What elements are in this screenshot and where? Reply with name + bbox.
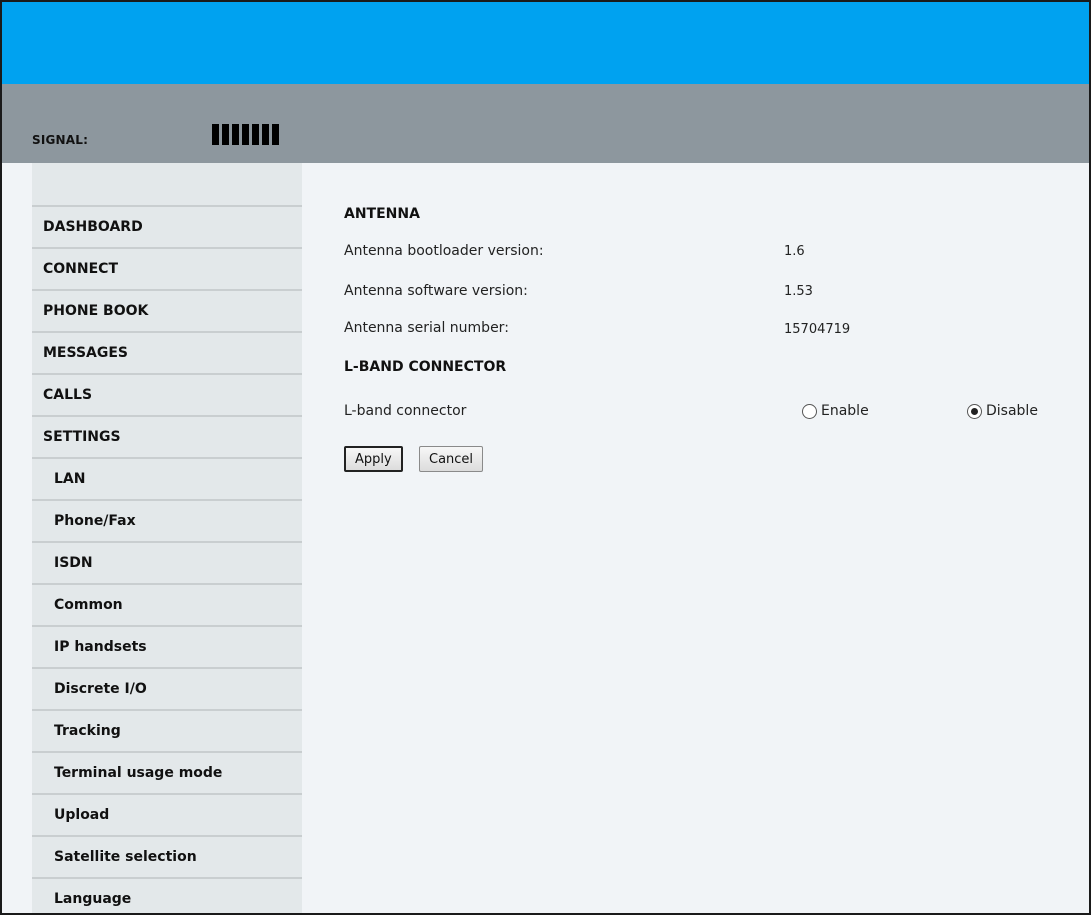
signal-strength-icon	[212, 124, 279, 145]
sidebar-item-connect[interactable]: CONNECT	[32, 247, 302, 289]
sidebar-item-terminal-usage-mode[interactable]: Terminal usage mode	[32, 751, 302, 793]
lband-connector-label: L-band connector	[344, 403, 467, 419]
serial-number-label: Antenna serial number:	[344, 320, 509, 336]
antenna-section-title: ANTENNA	[344, 206, 420, 222]
bootloader-version-label: Antenna bootloader version:	[344, 243, 544, 259]
serial-number-value: 15704719	[784, 322, 851, 337]
cancel-button[interactable]: Cancel	[419, 446, 484, 472]
sidebar-item-phone-book[interactable]: PHONE BOOK	[32, 289, 302, 331]
sidebar-item-discrete-io[interactable]: Discrete I/O	[32, 667, 302, 709]
app-window: SIGNAL: DASHBOARD CONNECT PHONE BOOK MES…	[0, 0, 1091, 915]
sidebar-item-language[interactable]: Language	[32, 877, 302, 913]
sidebar-item-calls[interactable]: CALLS	[32, 373, 302, 415]
sidebar-item-isdn[interactable]: ISDN	[32, 541, 302, 583]
sidebar-item-tracking[interactable]: Tracking	[32, 709, 302, 751]
sidebar-item-satellite-selection[interactable]: Satellite selection	[32, 835, 302, 877]
enable-radio-label: Enable	[821, 403, 869, 419]
main-content: ANTENNA Antenna bootloader version: 1.6 …	[344, 163, 1089, 913]
disable-radio[interactable]	[967, 403, 982, 419]
disable-radio-label: Disable	[986, 403, 1038, 419]
signal-bar	[242, 124, 249, 145]
signal-bar	[272, 124, 279, 145]
sidebar-item-settings[interactable]: SETTINGS	[32, 415, 302, 457]
software-version-value: 1.53	[784, 284, 813, 299]
signal-bar	[232, 124, 239, 145]
signal-bar	[262, 124, 269, 145]
software-version-label: Antenna software version:	[344, 283, 528, 299]
apply-button[interactable]: Apply	[344, 446, 403, 472]
bootloader-version-value: 1.6	[784, 244, 805, 259]
sidebar-nav: DASHBOARD CONNECT PHONE BOOK MESSAGES CA…	[32, 163, 302, 913]
disable-radio-option[interactable]: Disable	[967, 403, 1038, 419]
signal-label: SIGNAL:	[32, 133, 89, 147]
status-bar: SIGNAL:	[2, 84, 1089, 163]
signal-bar	[252, 124, 259, 145]
lband-section-title: L-BAND CONNECTOR	[344, 359, 507, 375]
enable-radio[interactable]	[802, 403, 817, 419]
sidebar-item-upload[interactable]: Upload	[32, 793, 302, 835]
sidebar-item-lan[interactable]: LAN	[32, 457, 302, 499]
sidebar-item-common[interactable]: Common	[32, 583, 302, 625]
signal-bar	[222, 124, 229, 145]
enable-radio-option[interactable]: Enable	[802, 403, 869, 419]
sidebar-item-messages[interactable]: MESSAGES	[32, 331, 302, 373]
sidebar-item-phone-fax[interactable]: Phone/Fax	[32, 499, 302, 541]
header-banner	[2, 2, 1089, 84]
signal-bar	[212, 124, 219, 145]
sidebar-item-dashboard[interactable]: DASHBOARD	[32, 205, 302, 247]
sidebar-item-ip-handsets[interactable]: IP handsets	[32, 625, 302, 667]
